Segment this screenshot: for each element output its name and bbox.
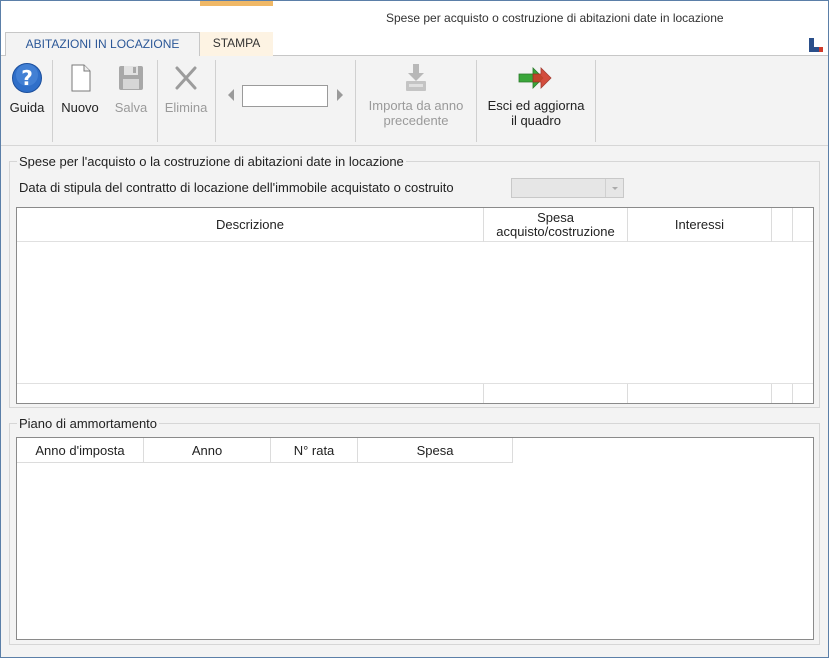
exit-update-arrow-icon	[518, 67, 552, 89]
total-cell-interessi	[628, 384, 772, 403]
esci-ed-aggiorna-il-quadro-button[interactable]: Esci ed aggiorna il quadro	[481, 62, 591, 128]
salva-label: Salva	[114, 100, 148, 115]
column-header-n-rata[interactable]: N° rata	[271, 438, 358, 463]
column-header-spesa-line2: acquisto/costruzione	[496, 224, 615, 239]
app-window: Spese per acquisto o costruzione di abit…	[0, 0, 829, 658]
title-bar: Spese per acquisto o costruzione di abit…	[1, 1, 828, 33]
importa-label-line2: precedente	[383, 113, 449, 128]
column-header-descrizione[interactable]: Descrizione	[17, 208, 484, 242]
spese-table: Descrizione Spesa acquisto/costruzione I…	[16, 207, 814, 404]
nuovo-button[interactable]: Nuovo	[57, 62, 103, 115]
piano-ammortamento-table: Anno d'imposta Anno N° rata Spesa	[16, 437, 814, 640]
save-icon	[119, 66, 143, 90]
import-icon	[406, 64, 426, 91]
esci-label-line2: il quadro	[511, 113, 561, 128]
column-header-spacer	[772, 208, 793, 242]
separator	[595, 60, 596, 142]
new-document-icon	[71, 64, 91, 92]
spese-group-title: Spese per l'acquisto o la costruzione di…	[17, 154, 406, 169]
spese-table-header: Descrizione Spesa acquisto/costruzione I…	[17, 208, 813, 242]
stampa-tab-accent	[200, 1, 273, 6]
salva-button[interactable]: Salva	[109, 62, 153, 115]
data-stipula-date-picker[interactable]	[511, 178, 624, 198]
column-header-spesa[interactable]: Spesa acquisto/costruzione	[484, 208, 628, 242]
svg-text:?: ?	[21, 66, 33, 90]
separator	[52, 60, 53, 142]
importa-da-anno-precedente-button[interactable]: Importa da anno precedente	[360, 62, 472, 128]
data-stipula-label: Data di stipula del contratto di locazio…	[19, 180, 454, 195]
nuovo-label: Nuovo	[61, 100, 99, 115]
piano-table-header: Anno d'imposta Anno N° rata Spesa	[17, 438, 513, 463]
help-icon: ?	[12, 63, 42, 93]
record-navigator-input[interactable]	[242, 85, 328, 107]
tab-stampa[interactable]: STAMPA	[200, 32, 273, 56]
guida-label: Guida	[9, 100, 45, 115]
chevron-down-icon[interactable]	[605, 179, 623, 197]
elimina-label: Elimina	[164, 100, 208, 115]
separator	[355, 60, 356, 142]
separator	[215, 60, 216, 142]
esci-label-line1: Esci ed aggiorna	[487, 98, 585, 113]
app-logo-icon	[809, 38, 823, 52]
guida-button[interactable]: ? Guida	[7, 62, 47, 115]
tab-abitazioni-in-locazione[interactable]: ABITAZIONI IN LOCAZIONE	[5, 32, 200, 57]
window-title: Spese per acquisto o costruzione di abit…	[386, 11, 724, 25]
ribbon-toolbar: ? Guida Nuovo Salva Elimina Importa da a…	[1, 56, 828, 146]
total-cell-spesa	[484, 384, 628, 403]
column-header-spesa-piano[interactable]: Spesa	[358, 438, 513, 463]
next-record-icon[interactable]	[337, 89, 343, 101]
delete-icon	[175, 66, 197, 90]
column-header-anno-imposta[interactable]: Anno d'imposta	[17, 438, 144, 463]
column-header-anno[interactable]: Anno	[144, 438, 271, 463]
column-header-interessi[interactable]: Interessi	[628, 208, 772, 242]
spese-table-total-row	[17, 383, 813, 403]
separator	[157, 60, 158, 142]
separator	[476, 60, 477, 142]
total-cell-spacer	[772, 384, 793, 403]
piano-ammortamento-title: Piano di ammortamento	[17, 416, 160, 431]
total-cell-descrizione	[17, 384, 484, 403]
elimina-button[interactable]: Elimina	[162, 62, 210, 115]
column-header-spesa-line1: Spesa	[537, 210, 574, 225]
importa-label-line1: Importa da anno	[368, 98, 464, 113]
previous-record-icon[interactable]	[228, 89, 234, 101]
tab-bar: ABITAZIONI IN LOCAZIONE STAMPA	[1, 32, 828, 57]
